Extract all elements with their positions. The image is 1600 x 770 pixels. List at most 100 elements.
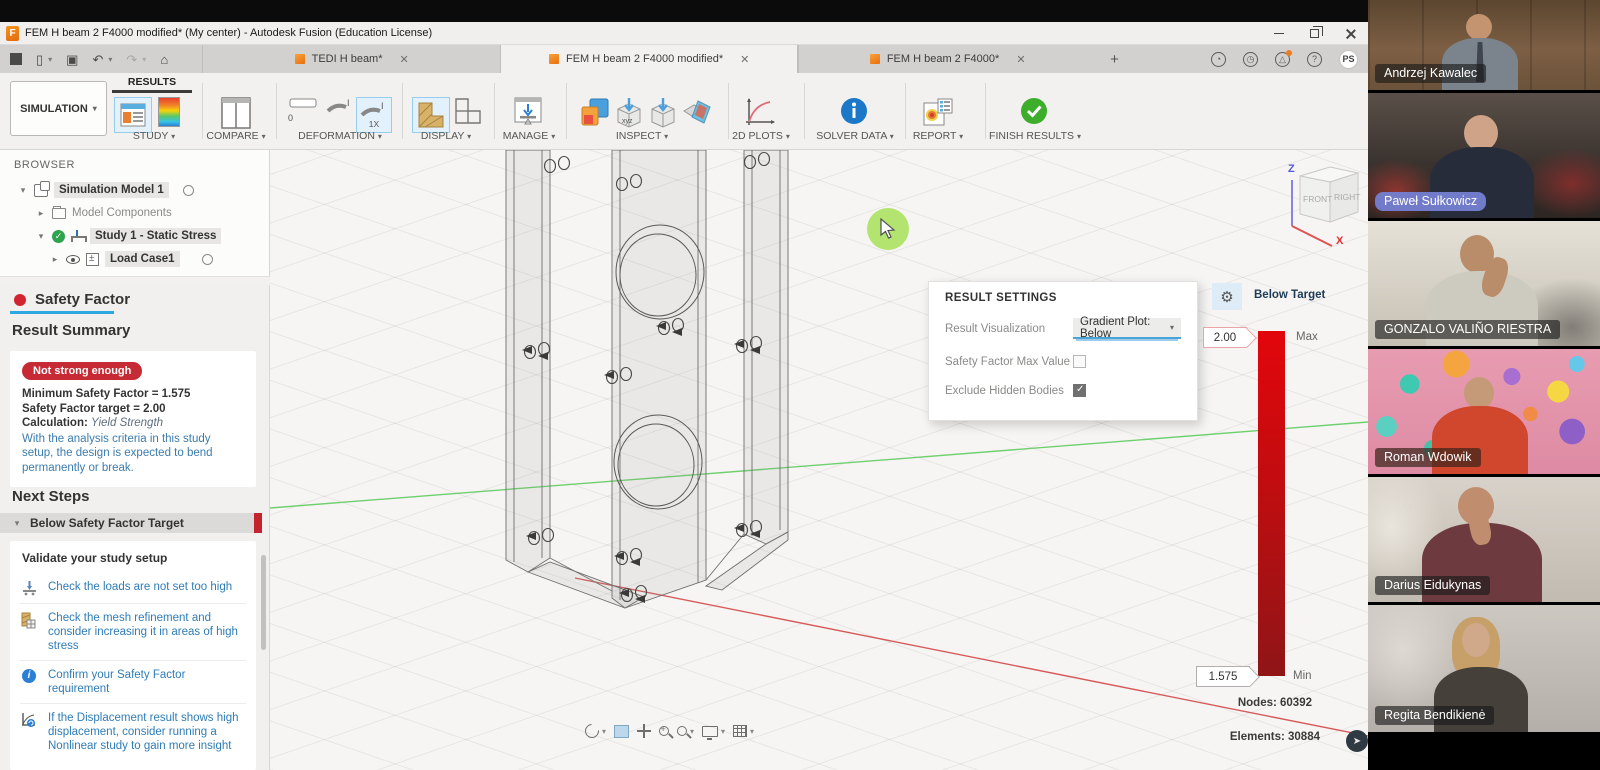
tab-close-icon[interactable]: ✕: [400, 53, 409, 66]
legend-settings-gear-icon[interactable]: ⚙: [1212, 283, 1242, 310]
chevron-down-icon[interactable]: ▾: [12, 518, 22, 529]
zoom-window-tool[interactable]: ▾: [677, 726, 694, 736]
compare-icon[interactable]: [221, 97, 251, 129]
next-step-item[interactable]: Check the loads are not set too high: [20, 573, 246, 603]
legend-min-value-tag[interactable]: 1.575: [1196, 666, 1250, 687]
minimize-icon[interactable]: [1274, 33, 1284, 35]
study-group-label[interactable]: STUDY ▾: [112, 130, 196, 142]
report-icon[interactable]: [922, 97, 954, 127]
participant-video[interactable]: Andrzej Kawalec: [1368, 0, 1600, 90]
home-icon[interactable]: ⌂: [160, 53, 168, 66]
chevron-right-icon[interactable]: ▸: [50, 254, 60, 265]
below-target-section-row[interactable]: ▾ Below Safety Factor Target: [0, 513, 262, 533]
participant-video[interactable]: Regita Bendikienė: [1368, 605, 1600, 732]
user-avatar[interactable]: PS: [1339, 50, 1358, 69]
tabbar-right-icons: ◔ ◷ △ ? PS: [1211, 45, 1368, 73]
participant-video[interactable]: Darius Eidukynas: [1368, 477, 1600, 602]
visibility-ring-icon[interactable]: [202, 254, 213, 265]
safety-factor-panel: Safety Factor Result Summary Not strong …: [0, 285, 270, 770]
tab-label: FEM H beam 2 F4000 modified*: [566, 53, 723, 65]
tree-item-model-components[interactable]: ▸ Model Components: [36, 203, 172, 223]
participant-video[interactable]: Paweł Sułkowicz: [1368, 93, 1600, 218]
undo-caret-icon[interactable]: ▾: [108, 55, 112, 64]
deformation-group-label[interactable]: DEFORMATION ▾: [288, 130, 392, 142]
inspect-result-icon[interactable]: [580, 97, 610, 127]
help-icon[interactable]: ?: [1307, 52, 1322, 67]
finish-results-group-label[interactable]: FINISH RESULTS ▾: [985, 130, 1085, 142]
h-beam-model[interactable]: [492, 150, 807, 620]
pan-tool[interactable]: [637, 724, 651, 738]
zoom-tool[interactable]: [659, 726, 669, 736]
panel-scrollbar[interactable]: [261, 555, 266, 650]
inspect-slice-plane-icon[interactable]: [680, 97, 714, 127]
viewport-3d[interactable]: RESULT SETTINGS Result Visualization Gra…: [270, 150, 1368, 770]
file-menu-icon[interactable]: ▯: [36, 53, 43, 66]
participant-video[interactable]: GONZALO VALIÑO RIESTRA: [1368, 221, 1600, 346]
solver-data-icon[interactable]: [840, 97, 868, 125]
next-step-item[interactable]: i Confirm your Safety Factor requirement: [20, 660, 246, 703]
min-safety-factor: Minimum Safety Factor = 1.575: [22, 387, 244, 402]
safety-factor-max-checkbox[interactable]: [1073, 355, 1086, 368]
next-step-item[interactable]: If the Displacement result shows high di…: [20, 703, 246, 760]
inspect-group-label[interactable]: INSPECT ▾: [594, 130, 690, 142]
feedback-icon[interactable]: ➤: [1346, 730, 1368, 752]
inspect-probe-icon[interactable]: [648, 97, 678, 129]
chevron-right-icon[interactable]: ▸: [36, 208, 46, 219]
redo-caret-icon[interactable]: ▾: [142, 55, 146, 64]
deformation-actual-icon[interactable]: 0: [288, 97, 318, 123]
display-settings-tool[interactable]: ▾: [702, 726, 725, 737]
save-icon[interactable]: ▣: [66, 53, 78, 66]
manage-icon[interactable]: [512, 97, 544, 129]
2d-plots-icon[interactable]: [744, 97, 776, 129]
exclude-hidden-bodies-checkbox[interactable]: [1073, 384, 1086, 397]
redo-icon[interactable]: ↷: [126, 53, 137, 66]
look-at-tool[interactable]: [614, 725, 629, 738]
tree-item-load-case1[interactable]: ▸ Load Case1: [50, 249, 213, 269]
finish-results-icon[interactable]: [1020, 97, 1048, 125]
restore-icon[interactable]: [1310, 29, 1319, 38]
job-status-icon[interactable]: ◷: [1243, 52, 1258, 67]
deformation-1x-icon[interactable]: I 1X: [356, 97, 392, 133]
display-boxes-icon[interactable]: [454, 97, 482, 125]
legend-plot-icon[interactable]: [158, 97, 180, 127]
view-cube[interactable]: FRONT RIGHT Z X: [1272, 150, 1364, 254]
tab-tedi-h-beam[interactable]: TEDI H beam* ✕: [202, 45, 500, 73]
close-icon[interactable]: [1345, 28, 1356, 39]
visibility-ring-icon[interactable]: [183, 185, 194, 196]
tab-fem-h-beam-modified[interactable]: FEM H beam 2 F4000 modified* ✕: [500, 45, 798, 73]
document-cube-icon: [870, 54, 880, 64]
eye-icon[interactable]: [66, 255, 80, 264]
app-grid-icon[interactable]: [10, 53, 22, 65]
notifications-icon[interactable]: △: [1275, 52, 1290, 67]
chevron-down-icon[interactable]: ▾: [36, 231, 46, 242]
solver-data-group-label[interactable]: SOLVER DATA ▾: [815, 130, 895, 142]
legend-max-value-tag[interactable]: 2.00: [1203, 327, 1247, 348]
grid-snaps-tool[interactable]: ▾: [733, 725, 754, 737]
deformation-scaled-icon[interactable]: I: [326, 97, 354, 119]
orbit-tool[interactable]: ▾: [585, 724, 606, 738]
new-tab-icon[interactable]: +: [1096, 45, 1133, 73]
chevron-down-icon[interactable]: ▾: [18, 185, 28, 196]
tree-item-simulation-model[interactable]: ▾ Simulation Model 1: [18, 180, 194, 200]
undo-icon[interactable]: ↶: [92, 53, 103, 66]
study-active-icon[interactable]: [114, 97, 152, 133]
next-step-item[interactable]: Check the mesh refinement and consider i…: [20, 603, 246, 660]
fusion-window: F FEM H beam 2 F4000 modified* (My cente…: [0, 0, 1368, 770]
monitor-icon: [702, 726, 718, 737]
result-visualization-dropdown[interactable]: Gradient Plot: Below ▾: [1073, 318, 1181, 339]
file-caret-icon[interactable]: ▾: [48, 55, 52, 64]
participant-video[interactable]: Roman Wdowik: [1368, 349, 1600, 474]
display-mesh-icon[interactable]: [412, 97, 450, 133]
2d-plots-group-label[interactable]: 2D PLOTS ▾: [730, 130, 792, 142]
compare-group-label[interactable]: COMPARE ▾: [205, 130, 267, 142]
inspect-xyz-probe-icon[interactable]: xyz: [614, 97, 644, 129]
extensions-icon[interactable]: ◔: [1211, 52, 1226, 67]
report-group-label[interactable]: REPORT ▾: [908, 130, 968, 142]
display-group-label[interactable]: DISPLAY ▾: [405, 130, 487, 142]
tab-close-icon[interactable]: ✕: [1016, 53, 1025, 66]
manage-group-label[interactable]: MANAGE ▾: [498, 130, 560, 142]
workspace-selector[interactable]: SIMULATION ▾: [10, 81, 107, 136]
tab-fem-h-beam[interactable]: FEM H beam 2 F4000* ✕: [798, 45, 1096, 73]
tree-item-study1[interactable]: ▾ ✓ Study 1 - Static Stress: [36, 226, 221, 246]
tab-close-icon[interactable]: ✕: [740, 53, 749, 66]
